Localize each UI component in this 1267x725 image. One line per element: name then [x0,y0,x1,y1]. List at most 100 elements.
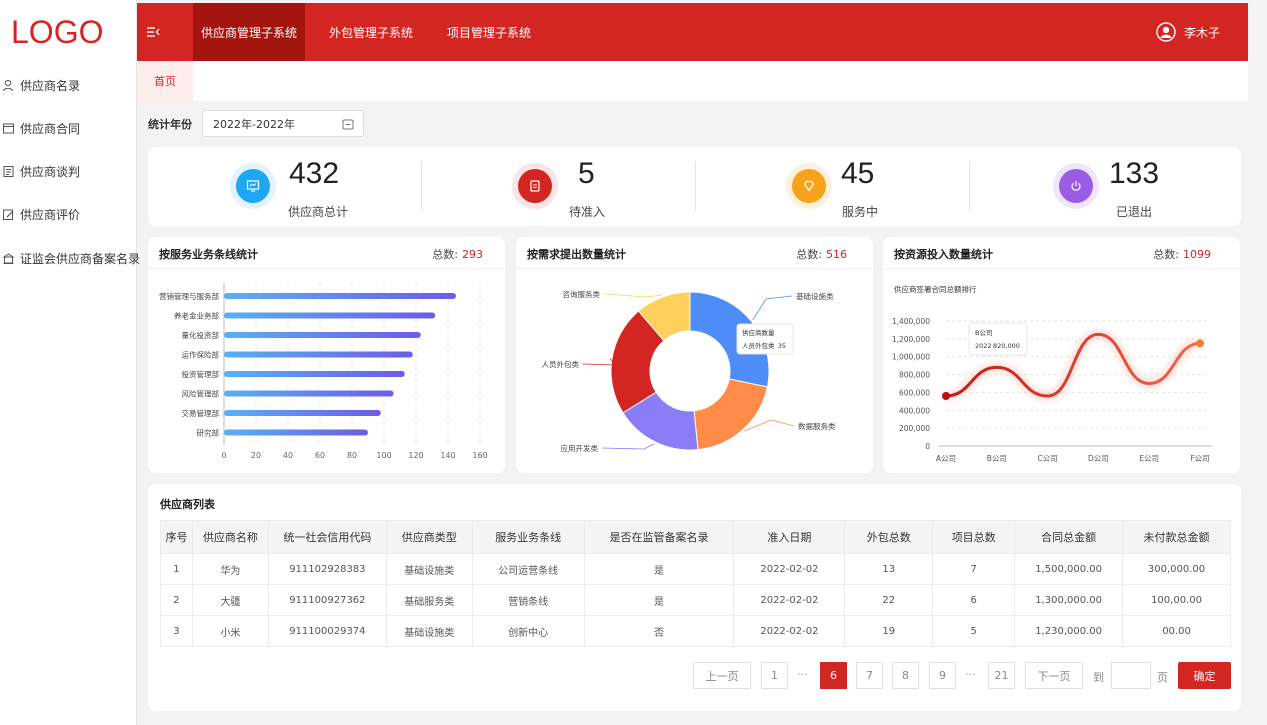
bar[interactable] [224,371,405,377]
page-button[interactable]: 8 [892,662,919,689]
line-point[interactable] [942,392,950,400]
pie-chart-card: 按需求提出数量统计 总数: 516 基础设施类 数据服务类 应用开发类 人员外包类 咨询服… [516,237,873,473]
bar[interactable] [224,410,381,416]
table-cell: 6 [932,584,1016,616]
bar[interactable] [224,429,368,436]
bar[interactable] [224,312,436,319]
x-tick-label: D公司 [1088,454,1109,463]
column-header: 外包总数 [844,520,934,554]
year-range-value: 2022年-2022年 [213,117,295,131]
sidebar-item-supplier-evaluation[interactable]: 供应商评价 [0,203,80,225]
line-point[interactable] [1196,339,1204,348]
table-row[interactable]: 3 小米 911100029374 基础设施类 创新中心否 2022-02-02 19 5 1,… [160,615,1231,647]
prev-page-button[interactable]: 上一页 [693,662,751,689]
table-cell: 小米 [191,615,269,647]
stat-value: 133 [1109,157,1160,190]
x-tick-label: 60 [315,451,325,460]
page-button[interactable]: 7 [856,662,883,689]
nav-supplier-system[interactable]: 供应商管理子系统 [193,3,306,61]
slice-label: 数据服务类 [798,421,836,431]
table-cell: 公司运营条线 [471,553,585,585]
top-header: 供应商管理子系统 外包管理子系统 项目管理子系统 李木子 [137,3,1248,61]
y-tick-label: 400,000 [899,406,930,415]
leader-line [603,293,662,298]
stat-label: 供应商总计 [288,205,349,219]
table-cell: 1,230,000.00 [1014,615,1124,647]
sidebar-item-supplier-list[interactable]: 供应商名录 [0,74,80,96]
page-button[interactable]: 1 [761,662,788,689]
monitor-icon [236,169,270,203]
menu-collapse-icon[interactable] [145,24,161,40]
table-cell: 7 [932,553,1016,585]
table-cell: 22 [844,584,934,616]
table-row[interactable]: 1 华为 911102928383 基础设施类 公司运营条线是 2022-02-02 13 7… [160,553,1231,585]
bar[interactable] [224,293,456,299]
x-tick-label: 0 [221,451,226,460]
bar[interactable] [224,332,421,338]
y-tick-label: 1,400,000 [892,317,930,326]
bar[interactable] [224,390,394,397]
edit-icon [0,206,16,222]
pagination-ellipsis: ··· [965,668,976,681]
bar-chart-card: 按服务业务条线统计 总数: 293 0 20 40 60 80 100 120 140 160 营销… [148,237,505,473]
slice-label: 咨询服务类 [563,289,601,299]
nav-outsourcing-system[interactable]: 外包管理子系统 [321,3,421,61]
column-header: 统一社会信用代码 [267,520,387,554]
x-tick-label: 120 [408,451,423,460]
table-cell: 00.00 [1122,615,1231,647]
slice-label: 基础设施类 [796,291,834,301]
table-cell: 2022-02-02 [733,553,846,585]
y-tick-label: 600,000 [899,388,930,397]
stat-icon-ring [512,163,558,209]
user-icon [0,77,16,93]
goto-page-input[interactable] [1111,662,1151,689]
table-cell: 基础设施类 [385,615,473,647]
table-header-row: 序号 供应商名称 统一社会信用代码 供应商类型 服务业务条线 是否在监管备案名录 准入日期外… [160,520,1231,554]
tooltip-value: 35 [778,342,786,350]
next-page-button[interactable]: 下一页 [1025,662,1083,689]
stat-value: 5 [578,157,595,190]
page-button[interactable]: 9 [929,662,956,689]
table-cell: 13 [844,553,934,585]
column-header: 未付款总金额 [1122,520,1231,554]
table-cell: 1 [160,553,193,585]
checklist-icon [0,163,16,179]
sidebar-item-csrc-filing[interactable]: 证监会供应商备案名录 [0,247,140,269]
sidebar-item-supplier-contract[interactable]: 供应商合同 [0,117,80,139]
tab-bar: 首页 [137,61,1248,101]
tooltip-value: 820,000 [993,342,1020,350]
pie-slice[interactable] [693,378,768,451]
x-tick-label: 140 [440,451,455,460]
stats-card: 432 供应商总计 5 待准入 45 服务中 133 已退出 [148,147,1241,226]
table-cell: 华为 [191,553,269,585]
user-menu[interactable]: 李木子 [1156,3,1220,61]
table-cell: 是 [583,584,735,616]
confirm-button[interactable]: 确定 [1178,662,1231,689]
leader-line [744,419,795,432]
y-tick-label: 1,000,000 [892,353,930,362]
document-icon [518,169,552,203]
table-row[interactable]: 2 大疆 911100927362 基础服务类 营销条线是 2022-02-02 22 6 1,… [160,584,1231,616]
divider [421,161,422,211]
stat-value: 432 [289,157,340,190]
sidebar-item-label: 供应商名录 [20,78,81,93]
leader-line [752,295,793,321]
tab-home[interactable]: 首页 [137,61,193,101]
year-range-picker[interactable]: 2022年-2022年 [202,110,364,137]
tooltip-label: 2022 [975,342,992,350]
building-icon [0,250,16,266]
divider [695,161,696,211]
page-button-current[interactable]: 6 [820,662,847,689]
x-tick-label: A公司 [936,454,956,463]
divider [969,161,970,211]
pie-chart: 基础设施类数据服务类应用开发类人员外包类咨询服务类供应商数量人员外包类 35 [542,289,836,453]
x-tick-label: 160 [472,451,487,460]
sidebar-item-supplier-negotiation[interactable]: 供应商谈判 [0,160,80,182]
page-button[interactable]: 21 [988,662,1015,689]
nav-project-system[interactable]: 项目管理子系统 [439,3,539,61]
tooltip-title: 供应商数量 [742,328,775,337]
line-chart: 供应商签署合同总额排行 0 200,000 400,000 600,000 800,000… [892,284,1212,463]
column-header: 服务业务条线 [471,520,585,554]
table-cell: 否 [583,615,735,647]
bar[interactable] [224,351,413,358]
